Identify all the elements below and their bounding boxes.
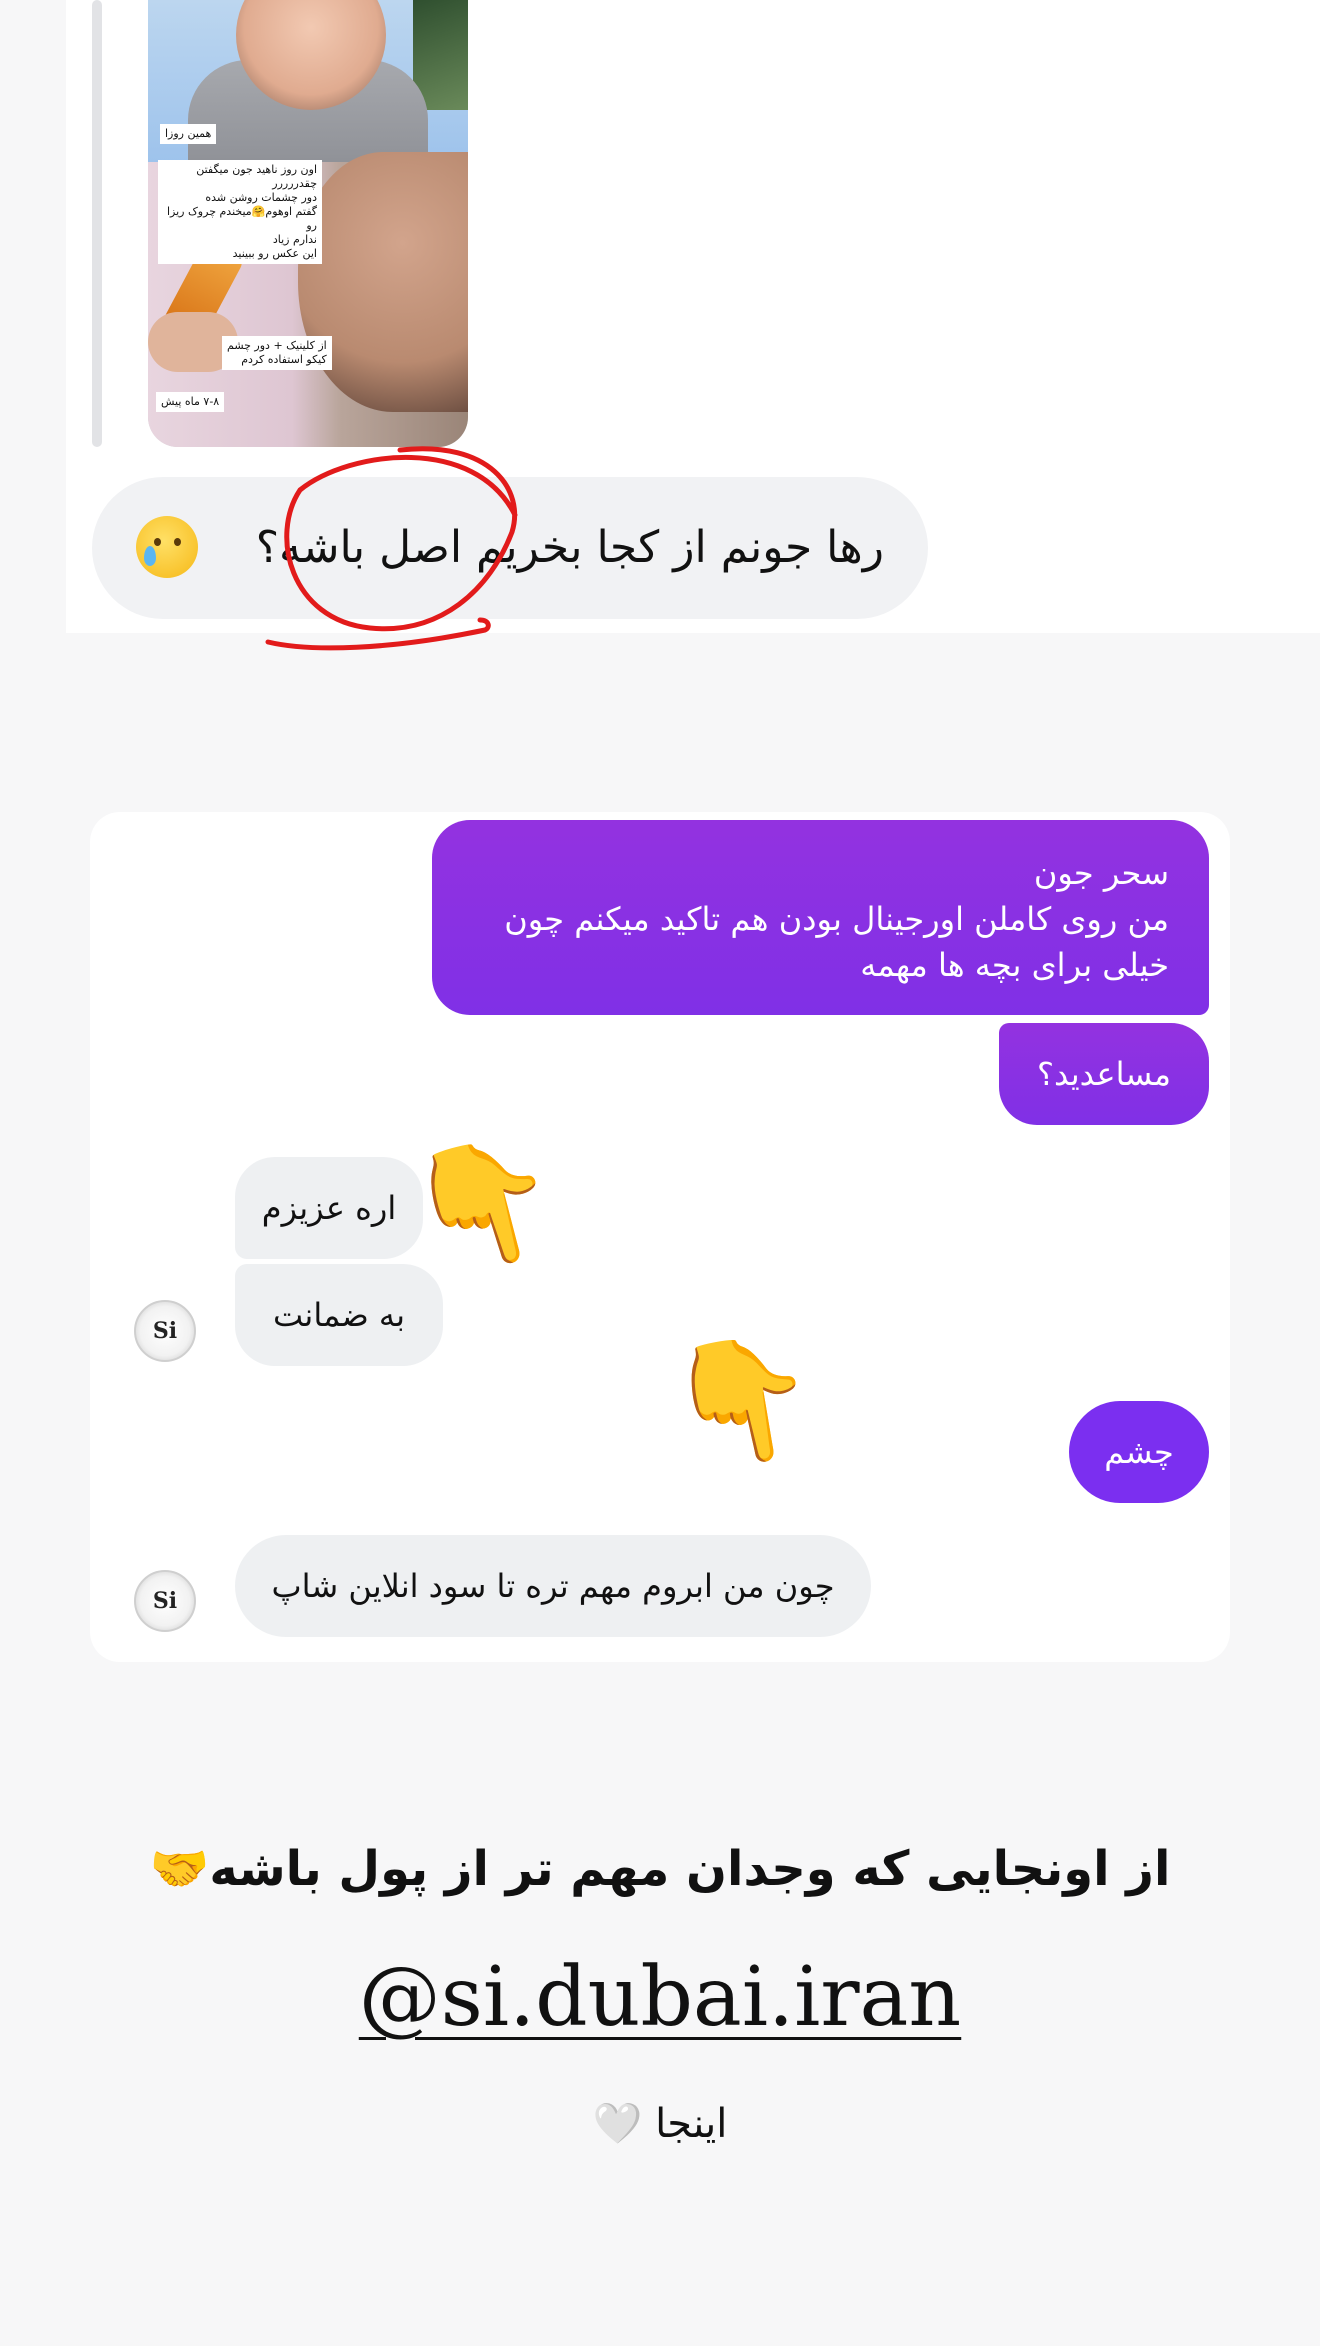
incoming-message[interactable]: چون من ابروم مهم تره تا سود انلاین شاپ xyxy=(235,1535,871,1637)
reply-quote-bar xyxy=(92,0,102,447)
account-handle-link[interactable]: @si.dubai.iran xyxy=(0,1950,1320,2045)
avatar-text: Si xyxy=(152,1588,178,1614)
media-tag: اون روز ناهید جون میگفتن چقدررررر دور چش… xyxy=(158,160,322,264)
avatar[interactable]: Si xyxy=(134,1570,196,1632)
replied-story-media[interactable]: همین روزا اون روز ناهید جون میگفتن چقدرر… xyxy=(148,0,468,447)
caption-footer: اینجا 🤍 xyxy=(592,2101,728,2147)
face-closeup xyxy=(298,152,468,412)
avatar-text: Si xyxy=(152,1318,178,1344)
media-tag: ۷-۸ ماه پیش xyxy=(156,392,225,412)
media-tag: همین روزا xyxy=(160,124,217,144)
pointing-down-hand-icon: 👇 xyxy=(656,1320,829,1483)
outgoing-message[interactable]: سحر جون من روی کاملن اورجینال بودن هم تا… xyxy=(432,820,1209,1015)
outgoing-message[interactable]: چشم xyxy=(1069,1401,1209,1503)
avatar[interactable]: Si xyxy=(134,1300,196,1362)
outgoing-message[interactable]: مساعدید؟ xyxy=(999,1023,1209,1125)
caption-headline: از اونجایی که وجدان مهم تر از پول باشه🤝 xyxy=(149,1841,1171,1897)
crying-face-icon xyxy=(136,516,198,578)
media-tag: از کلینیک + دور چشم کیکو استفاده کردم xyxy=(222,336,332,370)
emoji-eye xyxy=(154,538,161,546)
pointing-down-hand-icon: 👇 xyxy=(394,1118,575,1291)
incoming-message[interactable]: به ضمانت xyxy=(235,1264,443,1366)
red-circle-annotation xyxy=(265,446,518,651)
emoji-eye xyxy=(174,538,181,546)
incoming-message[interactable]: اره عزیزم xyxy=(235,1157,423,1259)
emoji-tear xyxy=(144,546,156,566)
